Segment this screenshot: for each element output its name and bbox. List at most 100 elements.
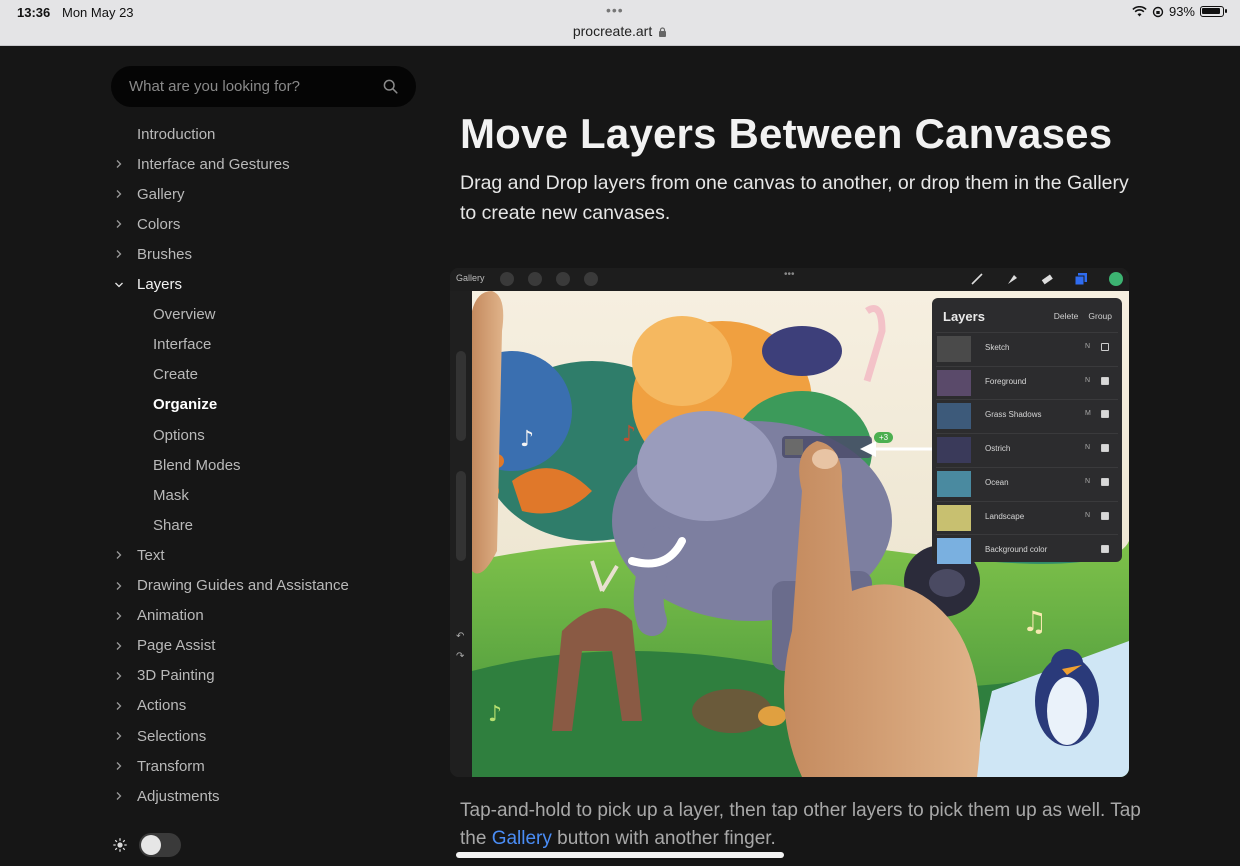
svg-text:♪: ♪ xyxy=(520,427,534,452)
layer-visibility-checkbox xyxy=(1101,477,1109,486)
layer-thumbnail xyxy=(937,336,971,362)
redo-icon: ↷ xyxy=(456,651,465,662)
sun-icon xyxy=(113,838,127,852)
multitasking-dots-icon[interactable]: ••• xyxy=(606,2,624,18)
home-indicator[interactable] xyxy=(456,852,784,858)
chevron-right-icon xyxy=(116,641,122,650)
layer-row: Ocean N xyxy=(936,466,1118,499)
chevron-down-icon xyxy=(115,282,123,287)
dark-mode-toggle[interactable] xyxy=(139,833,181,857)
opacity-slider xyxy=(456,471,466,561)
page-title: Move Layers Between Canvases xyxy=(460,110,1113,157)
sidebar-item-selections[interactable]: Selections xyxy=(111,721,431,751)
sidebar-item-label: Adjustments xyxy=(137,787,220,805)
sidebar-item-label: Selections xyxy=(137,727,207,745)
sidebar-item-label: Blend Modes xyxy=(153,456,241,474)
procreate-toolbar: Gallery ••• xyxy=(450,268,1129,291)
battery-percent: 93% xyxy=(1168,4,1195,19)
layer-name: Ostrich xyxy=(985,444,1011,454)
sidebar-item-label: Options xyxy=(153,426,205,444)
sidebar-item-adjustments[interactable]: Adjustments xyxy=(111,781,431,811)
lock-icon xyxy=(659,27,667,37)
chevron-right-icon xyxy=(116,792,122,801)
sidebar-item-label: Interface xyxy=(153,336,212,354)
sidebar-item-actions[interactable]: Actions xyxy=(111,691,431,721)
layer-blend-mode: N xyxy=(1085,511,1091,519)
layer-name: Foreground xyxy=(985,376,1027,386)
sidebar-item-label: Actions xyxy=(137,697,187,715)
layer-visibility-checkbox xyxy=(1101,545,1109,554)
brush-size-slider xyxy=(456,351,466,441)
sidebar-item-label: Transform xyxy=(137,757,205,775)
gallery-link[interactable]: Gallery xyxy=(492,828,552,849)
sidebar-item-overview[interactable]: Overview xyxy=(111,300,431,330)
search-box[interactable] xyxy=(111,66,416,107)
layer-blend-mode: M xyxy=(1085,410,1091,418)
side-controls: ↶ ↷ xyxy=(450,291,472,777)
sidebar-item-label: Introduction xyxy=(137,125,216,143)
sidebar-item-colors[interactable]: Colors xyxy=(111,209,431,239)
layer-visibility-checkbox xyxy=(1101,343,1109,351)
sidebar-item-interface-and-gestures[interactable]: Interface and Gestures xyxy=(111,149,431,179)
sidebar-item-label: Interface and Gestures xyxy=(137,155,290,173)
search-input[interactable] xyxy=(129,74,369,98)
sidebar-item-label: Drawing Guides and Assistance xyxy=(137,577,349,594)
sidebar-item-gallery[interactable]: Gallery xyxy=(111,179,431,209)
more-dots-icon: ••• xyxy=(784,269,795,280)
sidebar-item-label: 3D Painting xyxy=(137,667,215,685)
sidebar-item-label: Animation xyxy=(137,607,204,625)
layer-thumbnail xyxy=(937,504,971,531)
sidebar-item-transform[interactable]: Transform xyxy=(111,751,431,781)
status-time: 13:36 xyxy=(17,5,51,20)
chevron-right-icon xyxy=(116,611,122,620)
selection-icon xyxy=(556,272,570,286)
sidebar-item-options[interactable]: Options xyxy=(111,420,431,450)
search-icon[interactable] xyxy=(383,79,398,94)
sidebar-item-label: Colors xyxy=(137,215,181,233)
sidebar-item-drawing-guides-and-assistance[interactable]: Drawing Guides and Assistance xyxy=(111,571,431,601)
url-text: procreate.art xyxy=(572,23,653,39)
layer-thumbnail xyxy=(937,538,971,565)
layer-blend-mode: N xyxy=(1085,477,1091,485)
sidebar-item-page-assist[interactable]: Page Assist xyxy=(111,631,431,661)
url-bar[interactable]: procreate.art xyxy=(0,23,1240,39)
eraser-icon xyxy=(1041,274,1053,285)
sidebar-item-label: Share xyxy=(153,516,194,534)
sidebar-item-text[interactable]: Text xyxy=(111,540,431,570)
layers-icon xyxy=(1074,273,1087,286)
layers-delete-button: Delete xyxy=(1053,311,1079,321)
sidebar-item-label: Gallery xyxy=(137,185,185,203)
sidebar-item-introduction[interactable]: Introduction xyxy=(111,119,431,149)
smudge-icon xyxy=(1008,275,1017,284)
page-subtitle: Drag and Drop layers from one canvas to … xyxy=(460,172,1129,224)
layer-thumbnail xyxy=(937,470,971,497)
caption-text-end: button with another finger. xyxy=(551,828,776,849)
sidebar-item-brushes[interactable]: Brushes xyxy=(111,239,431,269)
svg-text:♪: ♪ xyxy=(622,422,636,447)
adjustments-icon xyxy=(528,272,542,286)
sidebar-item-3d-painting[interactable]: 3D Painting xyxy=(111,661,431,691)
sidebar-item-mask[interactable]: Mask xyxy=(111,480,431,510)
chevron-right-icon xyxy=(116,701,122,710)
status-bar: 13:36 Mon May 23 ••• procreate.art 93% xyxy=(0,0,1240,46)
sidebar-item-interface[interactable]: Interface xyxy=(111,330,431,360)
layer-row: Sketch N xyxy=(936,332,1118,364)
sidebar-item-animation[interactable]: Animation xyxy=(111,601,431,631)
layer-visibility-checkbox xyxy=(1101,511,1109,520)
sidebar-item-create[interactable]: Create xyxy=(111,360,431,390)
status-date: Mon May 23 xyxy=(62,5,134,20)
chevron-right-icon xyxy=(116,732,122,740)
chevron-right-icon xyxy=(116,160,122,169)
sidebar-item-label: Brushes xyxy=(137,245,193,263)
sidebar-item-blend-modes[interactable]: Blend Modes xyxy=(111,450,431,480)
status-indicators: 93% xyxy=(1132,4,1227,19)
sidebar-item-layers[interactable]: Layers xyxy=(111,270,431,300)
drag-count-badge: +3 xyxy=(874,432,894,443)
chevron-right-icon xyxy=(116,581,122,590)
sidebar-item-share[interactable]: Share xyxy=(111,510,431,540)
sidebar-item-organize[interactable]: Organize xyxy=(111,390,431,420)
layer-row: Ostrich N xyxy=(936,433,1118,465)
layer-name: Ocean xyxy=(985,477,1009,487)
sidebar-item-label: Page Assist xyxy=(137,637,216,655)
sidebar-item-label: Mask xyxy=(153,486,189,504)
